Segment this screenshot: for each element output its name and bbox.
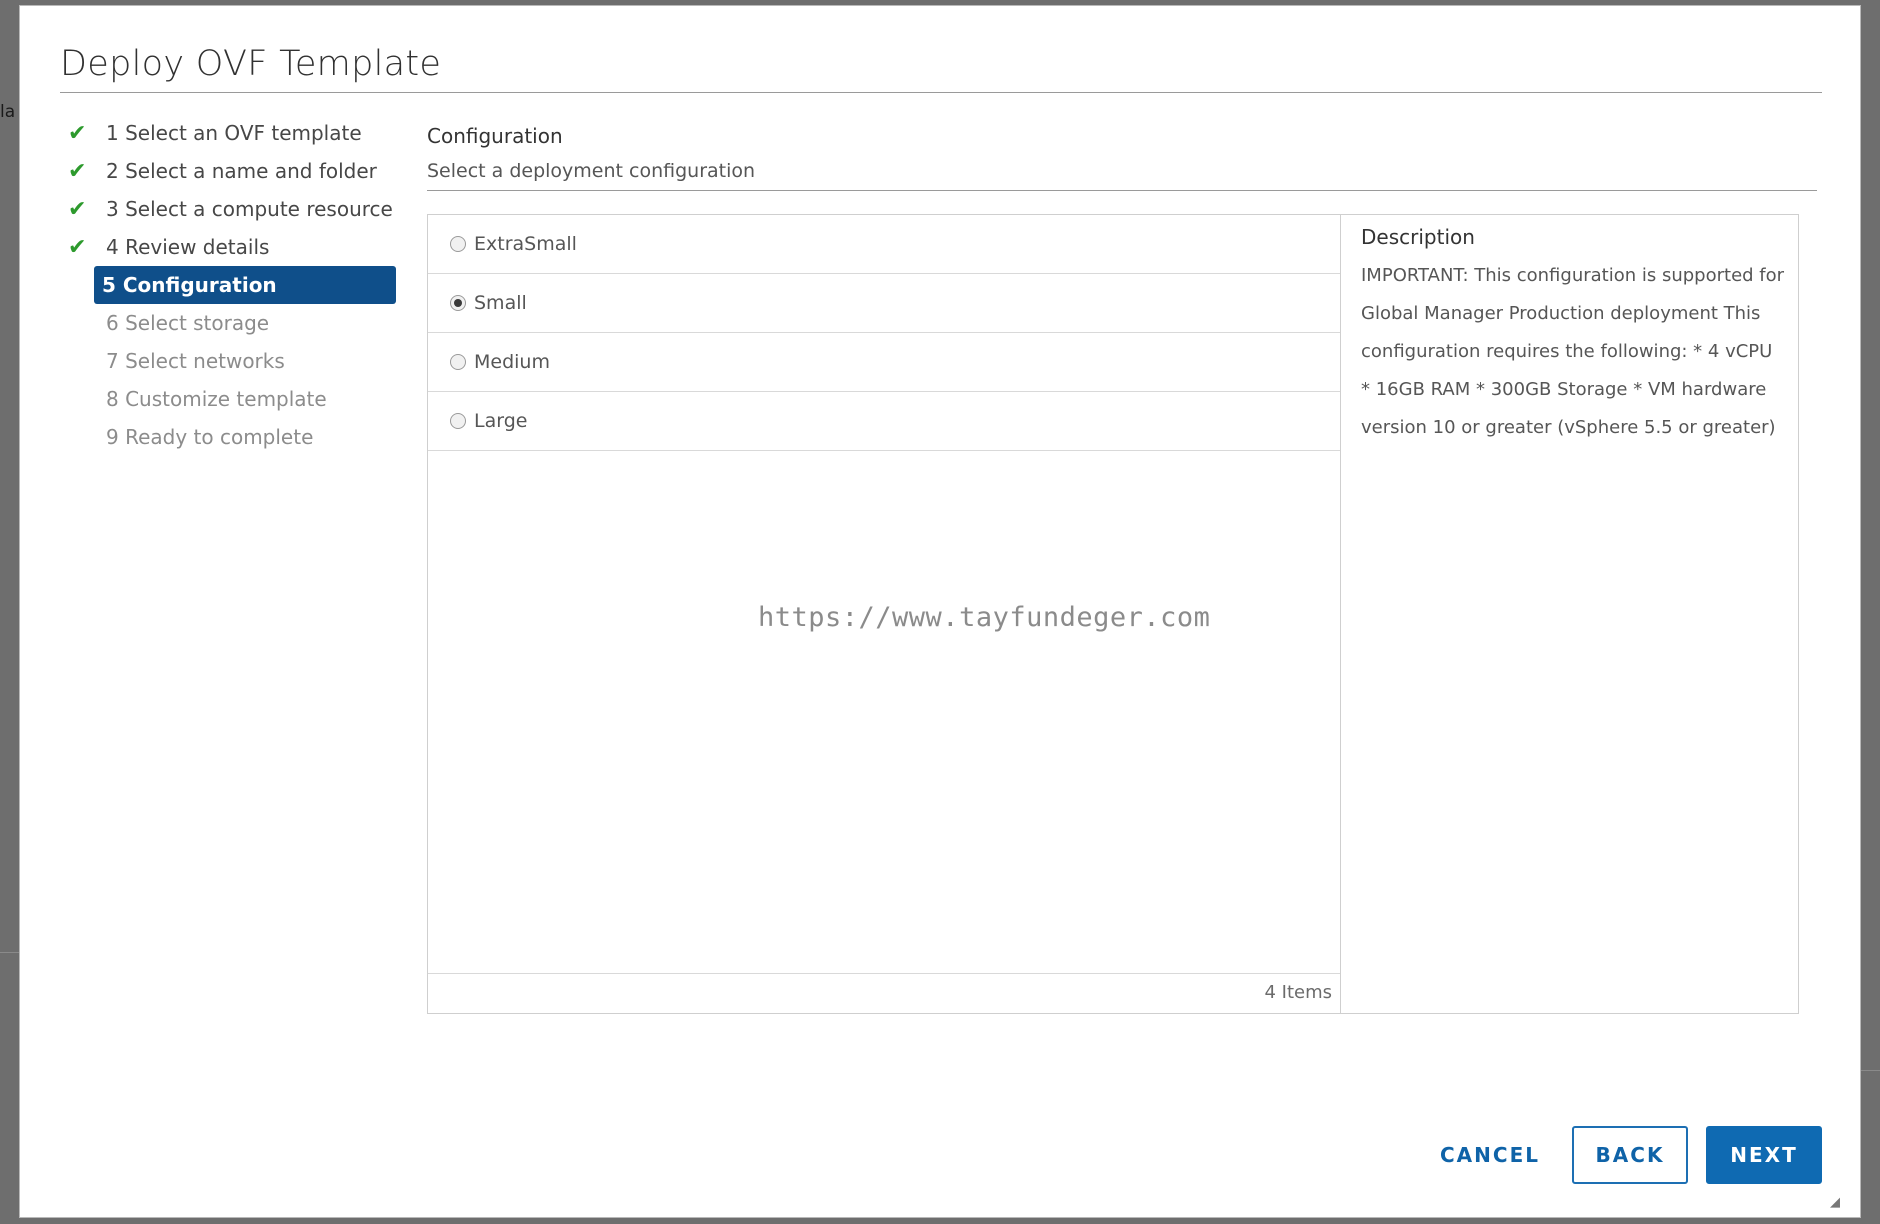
configuration-panel: ExtraSmall Small Medium Large https://ww…: [427, 214, 1799, 1014]
config-option-small[interactable]: Small: [428, 274, 1340, 333]
step-label: 2 Select a name and folder: [106, 159, 377, 183]
next-button[interactable]: NEXT: [1706, 1126, 1822, 1184]
deploy-ovf-dialog: Deploy OVF Template ✔ 1 Select an OVF te…: [19, 5, 1861, 1218]
section-subtitle: Select a deployment configuration: [427, 160, 756, 182]
step-label: 9 Ready to complete: [106, 425, 314, 449]
background-fragment: la: [0, 102, 16, 122]
wizard-step-3[interactable]: ✔ 3 Select a compute resource: [68, 190, 418, 228]
config-option-extrasmall[interactable]: ExtraSmall: [428, 215, 1340, 274]
step-label: 8 Customize template: [106, 387, 327, 411]
description-title: Description: [1361, 225, 1475, 249]
step-label: 5 Configuration: [102, 273, 277, 297]
description-pane: Description IMPORTANT: This configuratio…: [1361, 215, 1786, 447]
wizard-steps: ✔ 1 Select an OVF template ✔ 2 Select a …: [68, 114, 418, 456]
config-option-medium[interactable]: Medium: [428, 333, 1340, 392]
radio-icon[interactable]: [450, 413, 466, 429]
option-label: Medium: [474, 351, 550, 373]
option-label: Small: [474, 292, 527, 314]
wizard-step-7: 7 Select networks: [68, 342, 418, 380]
option-label: Large: [474, 410, 528, 432]
step-label: 4 Review details: [106, 235, 270, 259]
resize-grip-icon[interactable]: ◢: [1830, 1195, 1842, 1210]
config-option-large[interactable]: Large: [428, 392, 1340, 451]
wizard-step-1[interactable]: ✔ 1 Select an OVF template: [68, 114, 418, 152]
item-count: 4 Items: [428, 973, 1340, 1013]
dialog-title: Deploy OVF Template: [60, 44, 442, 84]
background-divider: [1861, 1070, 1880, 1071]
section-divider: [427, 190, 1817, 191]
background-divider: [0, 952, 19, 953]
check-icon: ✔: [68, 158, 87, 184]
title-divider: [60, 92, 1822, 93]
step-label: 1 Select an OVF template: [106, 121, 362, 145]
wizard-step-9: 9 Ready to complete: [68, 418, 418, 456]
wizard-step-4[interactable]: ✔ 4 Review details: [68, 228, 418, 266]
watermark-text: https://www.tayfundeger.com: [758, 602, 1211, 633]
step-label: 7 Select networks: [106, 349, 285, 373]
wizard-step-8: 8 Customize template: [68, 380, 418, 418]
section-title: Configuration: [427, 124, 563, 148]
wizard-step-2[interactable]: ✔ 2 Select a name and folder: [68, 152, 418, 190]
option-label: ExtraSmall: [474, 233, 577, 255]
configuration-list: ExtraSmall Small Medium Large https://ww…: [428, 215, 1341, 1013]
step-label: 3 Select a compute resource: [106, 197, 393, 221]
radio-icon[interactable]: [450, 354, 466, 370]
cancel-button[interactable]: CANCEL: [1430, 1126, 1550, 1184]
check-icon: ✔: [68, 234, 87, 260]
wizard-step-6: 6 Select storage: [68, 304, 418, 342]
check-icon: ✔: [68, 120, 87, 146]
step-label: 6 Select storage: [106, 311, 270, 335]
radio-icon[interactable]: [450, 236, 466, 252]
description-text: IMPORTANT: This configuration is support…: [1361, 265, 1785, 438]
back-button[interactable]: BACK: [1572, 1126, 1688, 1184]
radio-icon[interactable]: [450, 295, 466, 311]
wizard-step-5-current[interactable]: ✔ 5 Configuration: [94, 266, 396, 304]
check-icon: ✔: [68, 196, 87, 222]
